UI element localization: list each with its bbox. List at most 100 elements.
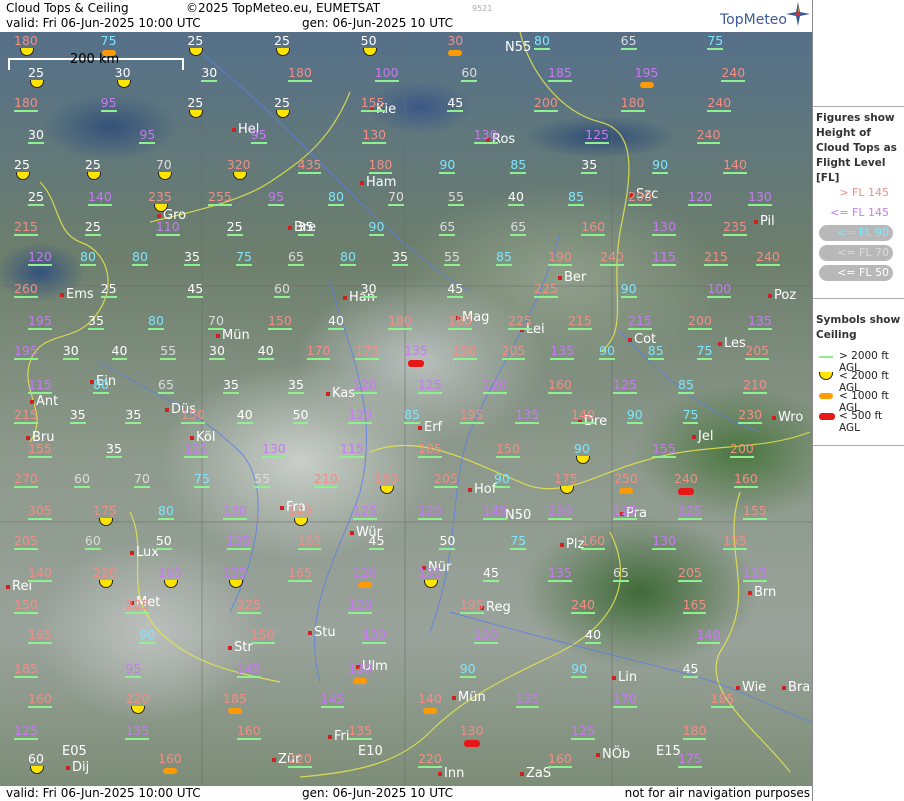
ceiling-above-2000-icon	[262, 456, 286, 458]
city-marker-icon	[272, 757, 276, 762]
city-label: Lin	[612, 670, 637, 685]
ceiling-above-2000-icon	[14, 358, 38, 360]
city-label: Poz	[768, 288, 796, 303]
ceiling-above-2000-icon	[738, 422, 763, 424]
cloud-top-value: 80	[328, 190, 344, 206]
fl-number: 150	[181, 407, 205, 422]
ceiling-above-2000-icon	[585, 142, 609, 144]
fl-number: 170	[306, 343, 331, 358]
fl-number: 120	[483, 377, 507, 392]
fl-number: 120	[688, 189, 712, 204]
city-marker-icon	[288, 225, 292, 230]
ceiling-above-2000-icon	[745, 358, 770, 360]
ceiling-above-2000-icon	[483, 392, 507, 394]
cloud-top-value: 130	[652, 534, 677, 550]
ceiling-above-2000-icon	[125, 676, 142, 678]
city-marker-icon	[628, 337, 632, 342]
city-label: Inn	[438, 766, 464, 781]
city-name: Jel	[698, 429, 714, 444]
cloud-top-value: 215	[568, 314, 592, 330]
city-marker-icon	[736, 685, 740, 690]
fl-number: 205	[678, 565, 702, 580]
fl-number: 135	[748, 313, 772, 328]
fl-number: 165	[28, 627, 52, 642]
fl-number: 240	[756, 249, 780, 264]
satellite-map[interactable]: 200 km Hel Kie Ros Ham Szc Gro Bre Pil Ber Poz Ems…	[0, 32, 812, 786]
cloud-top-value: 195	[635, 66, 659, 88]
fl-number: 190	[548, 249, 572, 264]
fl-number: 50	[292, 407, 309, 422]
city-name: Ant	[36, 394, 59, 409]
ceiling-above-2000-icon	[392, 264, 408, 266]
ceiling-below-1000-icon	[639, 82, 654, 88]
ceiling-above-2000-icon	[439, 234, 456, 236]
fl-number: 35	[581, 157, 598, 172]
fl-number: 225	[125, 597, 150, 612]
level-legend-text: <= FL 50	[837, 266, 889, 279]
city-name: E05	[62, 744, 87, 759]
ceiling-above-2000-icon	[14, 676, 38, 678]
ceiling-above-2000-icon	[723, 548, 747, 550]
fl-number: 130	[459, 723, 484, 738]
cloud-top-value: 130	[223, 504, 247, 520]
cloud-top-value: 190	[548, 249, 572, 266]
city-name: N55	[505, 40, 532, 55]
ceiling-above-2000-icon	[340, 456, 364, 458]
fl-number: 125	[571, 723, 595, 738]
city-label: Hof	[468, 482, 496, 497]
ceiling-above-2000-icon	[93, 392, 109, 394]
fl-number: 35	[106, 441, 122, 456]
cloud-top-value: 230	[738, 408, 763, 424]
cloud-top-value: 175	[678, 751, 702, 768]
fl-number: 35	[69, 407, 86, 422]
city-marker-icon	[228, 645, 232, 650]
cloud-top-value: 35	[125, 408, 142, 424]
ceiling-above-2000-icon	[613, 392, 637, 394]
cloud-top-value: 320	[226, 157, 251, 180]
ceiling-above-2000-icon	[139, 142, 156, 144]
fl-number: 135	[125, 723, 150, 738]
city-name: Wro	[778, 410, 804, 425]
cloud-top-value: 155	[360, 95, 385, 112]
ceiling-above-2000-icon	[483, 518, 507, 520]
ceiling-above-2000-icon	[444, 264, 460, 266]
fl-number: 205	[501, 343, 526, 358]
cloud-top-value: 155	[223, 566, 247, 588]
ceiling-above-2000-icon	[515, 706, 540, 708]
fl-number: 75	[100, 33, 117, 48]
cloud-top-value: 240	[674, 472, 698, 495]
fl-number: 120	[353, 565, 377, 580]
fl-number: 25	[28, 189, 44, 204]
city-label: Ems	[60, 287, 94, 302]
ceiling-above-2000-icon	[28, 642, 52, 644]
fl-number: 215	[704, 249, 728, 264]
cloud-top-value: 140	[28, 566, 52, 582]
cloud-top-value: 55	[254, 472, 270, 488]
fl-number: 45	[483, 565, 499, 580]
fl-number: 180	[448, 313, 472, 328]
city-label: Brn	[748, 585, 776, 600]
ceiling-above-2000-icon	[14, 738, 38, 740]
ceiling-above-2000-icon	[628, 328, 652, 330]
fl-number: 155	[360, 95, 385, 110]
ceiling-above-2000-icon	[418, 392, 442, 394]
cloud-top-value: 25	[226, 220, 243, 236]
copyright: ©2025 TopMeteo.eu, EUMETSAT	[186, 1, 381, 15]
ceiling-above-2000-icon	[652, 172, 669, 174]
fl-number: 175	[678, 751, 702, 766]
fl-number: 320	[226, 157, 251, 172]
levels-legend-title: Figures show Height of Cloud Tops as Fli…	[816, 112, 897, 184]
cloud-top-value: 60	[274, 282, 290, 298]
fl-number: 130	[473, 127, 498, 142]
city-marker-icon	[452, 695, 456, 700]
cloud-top-value: 85	[647, 344, 664, 360]
fl-number: 110	[155, 219, 180, 234]
fl-number: 115	[28, 377, 52, 392]
legend-panel: Figures show Height of Cloud Tops as Fli…	[812, 0, 904, 801]
ceiling-below-1000-icon	[162, 768, 177, 774]
cloud-top-value: 85	[510, 158, 527, 174]
cloud-top-value: 165	[28, 627, 52, 644]
city-marker-icon	[190, 435, 194, 440]
cloud-top-value: 85	[496, 250, 512, 266]
cloud-top-value: 150	[250, 628, 275, 644]
